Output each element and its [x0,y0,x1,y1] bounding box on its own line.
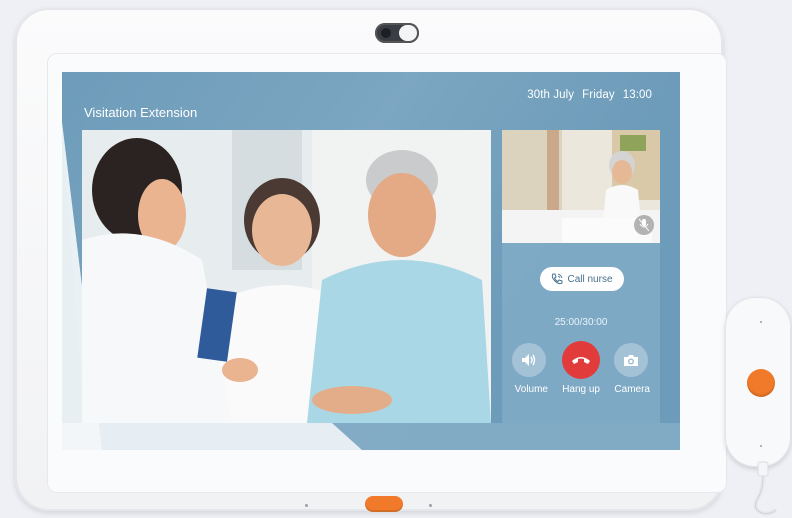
indicator-dot [429,504,432,507]
main-video-feed [82,130,491,423]
phone-icon [551,273,563,285]
camera-button[interactable]: Camera [612,343,650,397]
call-nurse-button[interactable]: Call nurse [540,267,624,291]
nurse-call-handset-button[interactable] [747,369,775,397]
speaker-icon [512,343,546,377]
phone-hangup-icon [562,341,600,379]
call-nurse-label: Call nurse [567,273,613,285]
indicator-dot [760,445,762,447]
date-label: 30th July [527,89,575,101]
call-screen: Visitation Extension 30th July Friday 13:0… [62,72,680,450]
date-time: 30th July Friday 13:00 [519,89,652,101]
self-view-video [502,130,660,243]
call-control-panel: Call nurse 25:00/30:00 Volume Hang up Ca… [502,130,660,423]
volume-button[interactable]: Volume [510,343,548,397]
camera-icon [614,343,648,377]
time-label: 13:00 [622,89,652,101]
mute-microphone-icon[interactable] [634,215,654,235]
handset-cable [753,461,778,516]
home-button[interactable] [365,496,403,512]
privacy-camera-icon [375,23,419,43]
camera-label: Camera [614,384,650,395]
indicator-dot [760,321,762,323]
page-title: Visitation Extension [84,105,198,120]
hang-up-label: Hang up [562,384,600,395]
hang-up-button[interactable]: Hang up [562,341,600,397]
nurse-call-handset [725,297,791,467]
volume-label: Volume [514,384,548,395]
day-label: Friday [582,89,615,101]
indicator-dot [305,504,308,507]
call-timer: 25:00/30:00 [554,317,608,328]
